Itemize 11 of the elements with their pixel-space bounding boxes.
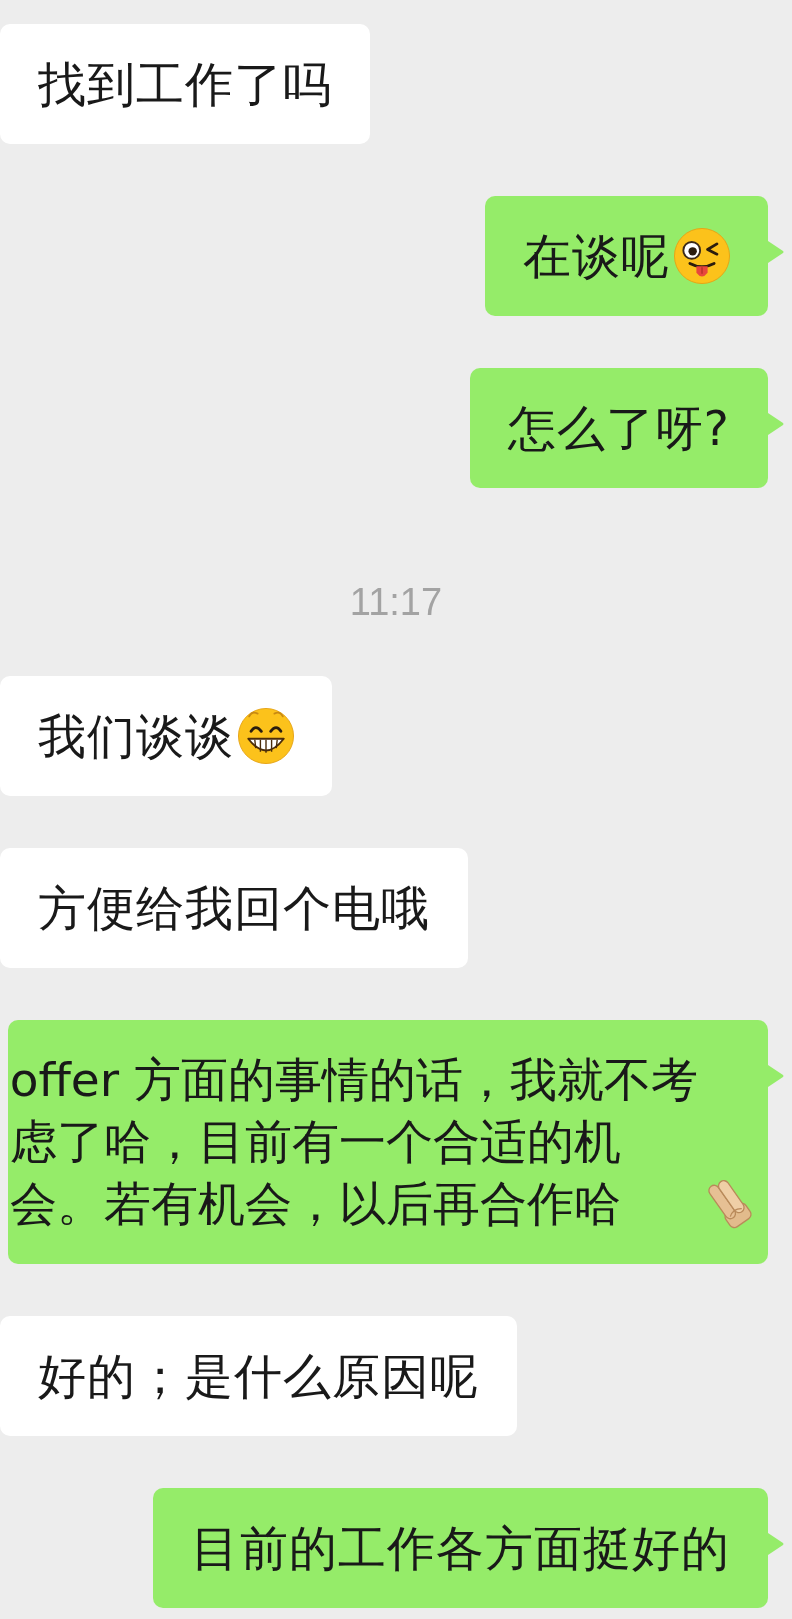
message-text: 目前的工作各方面挺好的 [191,1519,730,1578]
message-text: 好的；是什么原因呢 [38,1347,479,1406]
message-text: 方便给我回个电哦 [38,879,430,938]
winking-face-icon [674,228,730,284]
timestamp: 11:17 [349,580,443,624]
message-text: 找到工作了吗 [38,55,332,114]
message-text: offer 方面的事情的话，我就不考 虑了哈，目前有一个合适的机 会。若有机会，以后再合作哈 [9,1051,698,1233]
message-text: 在谈呢 [523,227,670,286]
message-text: 我们谈谈 [38,707,234,766]
grinning-face-icon [238,708,294,764]
message-text: 怎么了呀? [507,399,730,458]
